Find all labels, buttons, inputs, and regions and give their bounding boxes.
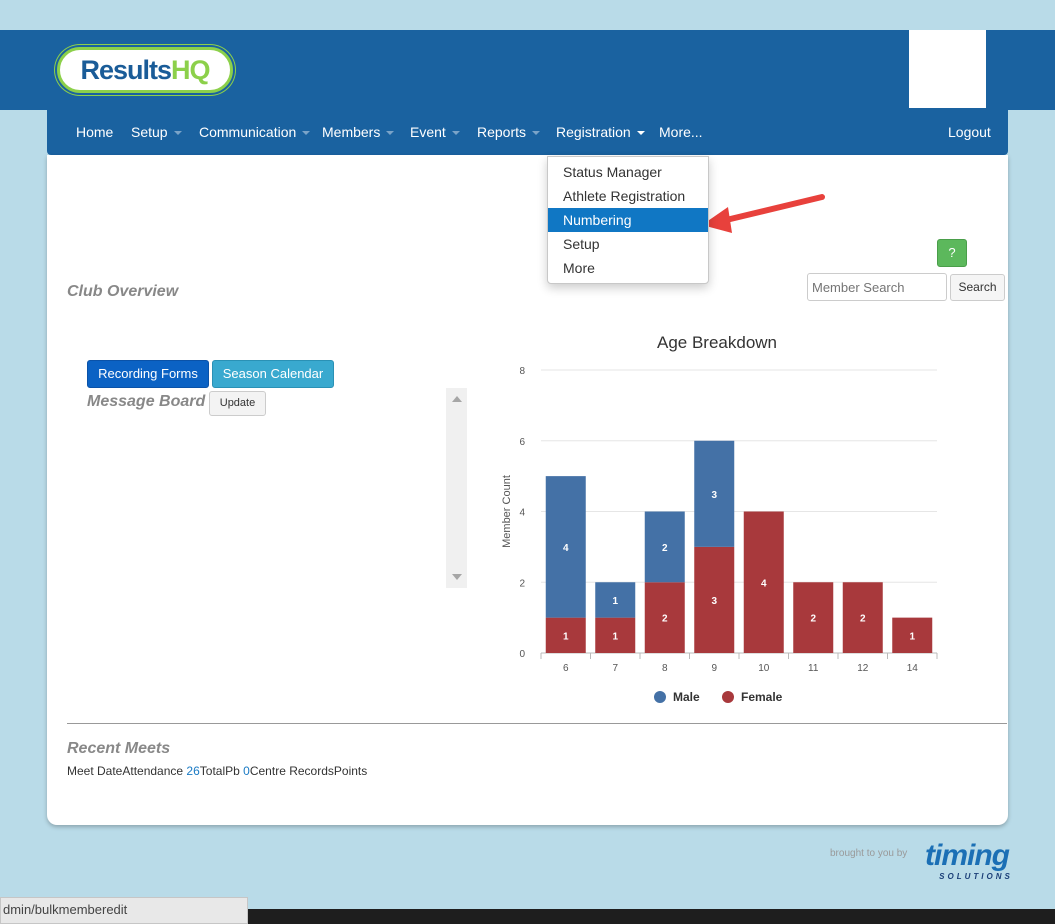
nav-home-label: Home [76, 124, 114, 140]
data-label-female: 1 [909, 631, 915, 642]
nav-registration[interactable]: Registration [556, 110, 645, 155]
section-divider [67, 723, 1007, 724]
data-label-female: 2 [662, 614, 668, 625]
scroll-up-arrow-icon[interactable] [452, 396, 462, 402]
data-label-male: 2 [662, 543, 668, 554]
x-tick-label: 10 [758, 663, 770, 674]
legend-female-swatch [722, 691, 734, 703]
col-meet-date: Meet Date [67, 764, 123, 778]
data-label-female: 2 [810, 614, 816, 625]
data-label-female: 3 [711, 596, 717, 607]
caret-down-icon [532, 131, 541, 136]
legend-female-label: Female [741, 690, 783, 704]
data-label-female: 1 [563, 631, 569, 642]
y-tick-label: 0 [519, 649, 525, 660]
menu-item-status-manager[interactable]: Status Manager [548, 160, 708, 184]
brought-to-you-by-text: brought to you by [830, 848, 908, 859]
col-attendance: Attendance [122, 764, 184, 778]
x-tick-label: 12 [857, 663, 869, 674]
search-button[interactable]: Search [950, 274, 1005, 301]
nav-reports-label: Reports [477, 124, 527, 140]
menu-item-more[interactable]: More [548, 256, 708, 280]
season-calendar-button[interactable]: Season Calendar [212, 360, 334, 388]
timing-logo-text: timing [925, 839, 1010, 872]
data-label-female: 2 [860, 614, 866, 625]
menu-item-numbering[interactable]: Numbering [548, 208, 708, 232]
resultshq-logo[interactable]: Results HQ [57, 47, 233, 93]
annotation-arrow-icon [702, 194, 825, 233]
club-overview-title: Club Overview [67, 283, 179, 300]
menu-item-athlete-registration[interactable]: Athlete Registration [548, 184, 708, 208]
data-label-male: 3 [711, 490, 717, 501]
nav-members-label: Members [322, 124, 381, 140]
nav-logout[interactable]: Logout [948, 110, 991, 155]
legend-male-label: Male [673, 690, 700, 704]
caret-down-icon [302, 131, 311, 136]
data-label-female: 4 [761, 578, 767, 589]
nav-reports[interactable]: Reports [477, 110, 541, 155]
age-breakdown-chart: Age Breakdown02468Member Count1461172283… [501, 333, 938, 704]
caret-down-icon [386, 131, 395, 136]
caret-down-icon [451, 131, 460, 136]
attendance-value[interactable]: 26 [186, 764, 199, 778]
x-tick-label: 7 [612, 663, 618, 674]
x-tick-label: 9 [711, 663, 717, 674]
legend-male-swatch [654, 691, 666, 703]
message-board-scrollbar[interactable] [446, 388, 467, 588]
nav-members[interactable]: Members [322, 110, 395, 155]
help-button[interactable]: ? [937, 239, 967, 267]
y-tick-label: 4 [519, 508, 525, 519]
main-navbar: Home Setup Communication Members Event R… [47, 110, 1008, 155]
chart-title: Age Breakdown [657, 333, 777, 352]
scroll-down-arrow-icon[interactable] [452, 574, 462, 580]
col-total-pb: TotalPb [199, 764, 240, 778]
caret-down-icon [636, 131, 645, 136]
data-label-male: 4 [563, 543, 569, 554]
x-tick-label: 8 [662, 663, 668, 674]
browser-status-url: dmin/bulkmemberedit [0, 897, 248, 924]
timing-logo-subtext: SOLUTIONS [939, 872, 1013, 881]
timing-solutions-logo[interactable]: timing SOLUTIONS [925, 840, 1027, 882]
recording-forms-button[interactable]: Recording Forms [87, 360, 209, 388]
y-tick-label: 6 [519, 437, 525, 448]
recent-meets-header-row: Meet DateAttendance 26TotalPb 0Centre Re… [67, 764, 367, 778]
col-centre-records: Centre Records [249, 764, 334, 778]
logo-text-results: Results [80, 54, 172, 85]
nav-registration-label: Registration [556, 124, 631, 140]
y-tick-label: 2 [519, 578, 525, 589]
nav-setup-label: Setup [131, 124, 168, 140]
y-axis-label: Member Count [501, 475, 513, 548]
y-tick-label: 8 [519, 366, 525, 377]
nav-communication-label: Communication [199, 124, 297, 140]
update-button[interactable]: Update [209, 391, 266, 416]
col-points: Points [333, 764, 368, 778]
nav-logout-label: Logout [948, 124, 991, 140]
x-tick-label: 14 [907, 663, 919, 674]
header-user-box [907, 30, 986, 108]
nav-setup[interactable]: Setup [131, 110, 182, 155]
member-search-input[interactable] [807, 273, 947, 301]
caret-down-icon [173, 131, 182, 136]
registration-dropdown-menu: Status Manager Athlete Registration Numb… [547, 156, 709, 284]
nav-home[interactable]: Home [76, 110, 113, 155]
x-tick-label: 11 [808, 663, 819, 674]
message-board-title: Message Board [87, 393, 206, 410]
nav-more[interactable]: More... [659, 110, 703, 155]
data-label-male: 1 [612, 596, 618, 607]
total-pb-value[interactable]: 0 [243, 764, 250, 778]
nav-event-label: Event [410, 124, 446, 140]
nav-communication[interactable]: Communication [199, 110, 311, 155]
logo-text-hq: HQ [171, 54, 210, 85]
nav-event[interactable]: Event [410, 110, 460, 155]
recent-meets-title: Recent Meets [67, 740, 171, 757]
x-tick-label: 6 [563, 663, 569, 674]
menu-item-setup[interactable]: Setup [548, 232, 708, 256]
data-label-female: 1 [612, 631, 618, 642]
nav-more-label: More... [659, 124, 703, 140]
